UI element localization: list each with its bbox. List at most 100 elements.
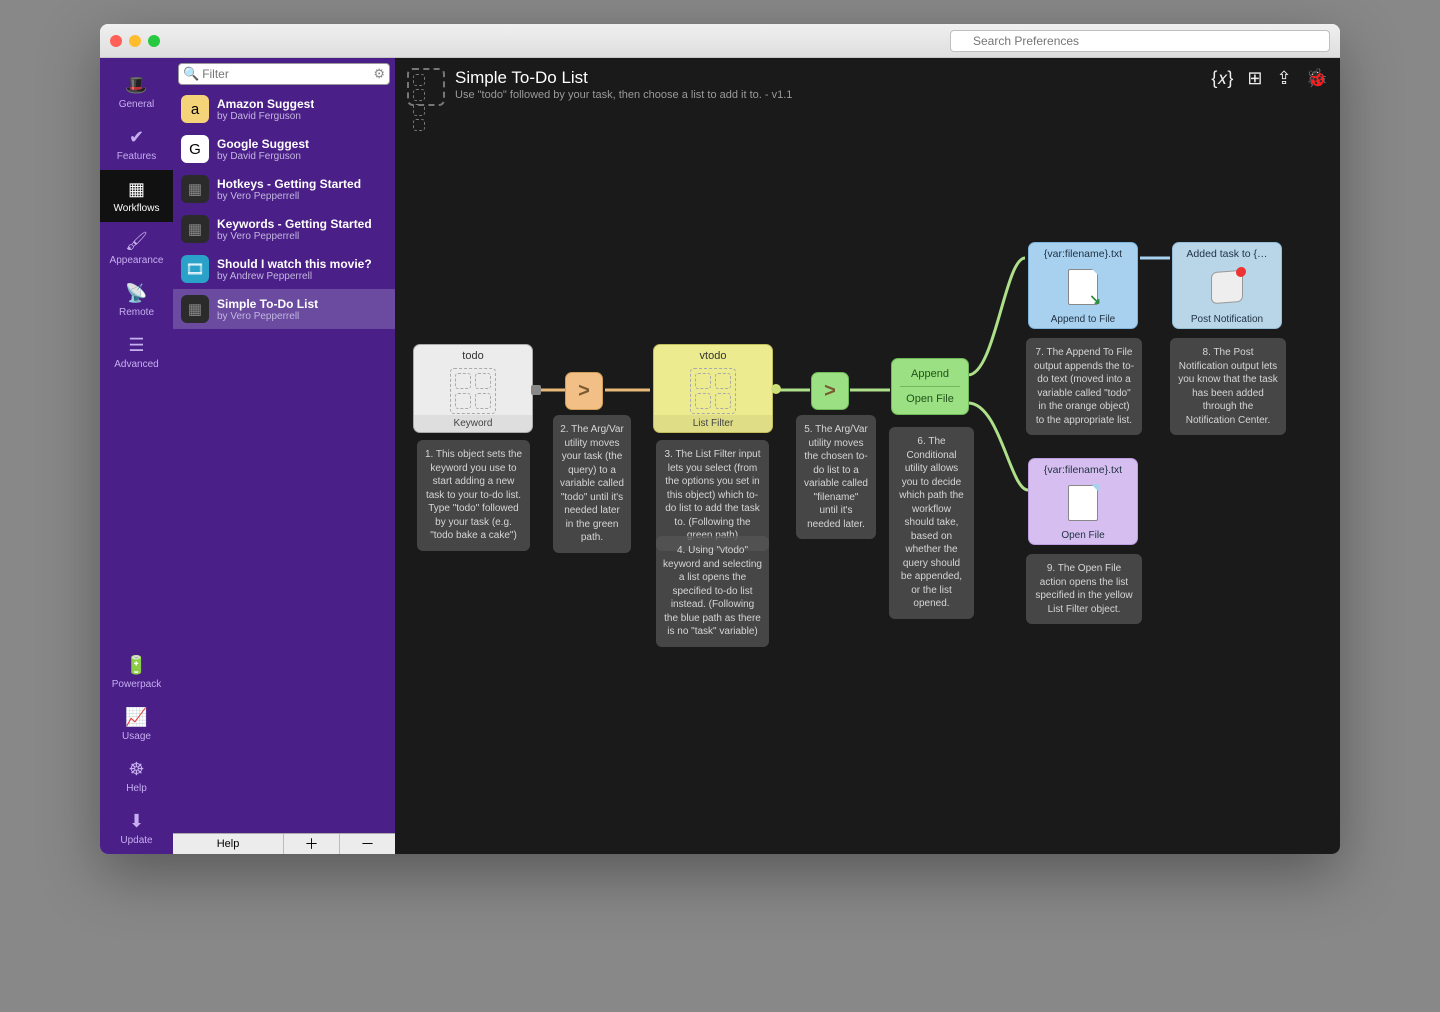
share-button[interactable]: ⇪ bbox=[1276, 68, 1291, 89]
paint-roller-icon: 🖌 bbox=[100, 228, 173, 254]
append-title: {var:filename}.txt bbox=[1029, 243, 1137, 263]
wf-author: by David Ferguson bbox=[217, 111, 314, 122]
keyword-node[interactable]: todo Keyword bbox=[413, 344, 533, 433]
open-title: {var:filename}.txt bbox=[1029, 459, 1137, 479]
sidebar-item-usage[interactable]: 📈 Usage bbox=[100, 698, 173, 750]
workflow-item-keywords[interactable]: ▦ Keywords - Getting Startedby Vero Pepp… bbox=[173, 209, 395, 249]
hat-icon: 🎩 bbox=[100, 72, 173, 98]
google-icon: G bbox=[181, 135, 209, 163]
note-8[interactable]: 8. The Post Notification output lets you… bbox=[1170, 338, 1286, 435]
minimize-window-button[interactable] bbox=[129, 35, 141, 47]
zoom-window-button[interactable] bbox=[148, 35, 160, 47]
debug-button[interactable]: 🐞 bbox=[1306, 68, 1328, 89]
sidebar-item-label: Appearance bbox=[100, 255, 173, 266]
preferences-window: 🔍 🎩 General ✔ Features ▦ Workflows 🖌 App… bbox=[100, 24, 1340, 854]
search-icon: 🔍 bbox=[183, 66, 199, 82]
sidebar-item-label: Remote bbox=[100, 307, 173, 318]
sidebar-item-advanced[interactable]: ☰ Advanced bbox=[100, 326, 173, 378]
wf-author: by Vero Pepperrell bbox=[217, 191, 361, 202]
note-5[interactable]: 5. The Arg/Var utility moves the chosen … bbox=[796, 415, 876, 539]
grid-icon: ▦ bbox=[100, 176, 173, 202]
sidebar-item-label: Help bbox=[100, 783, 173, 794]
notif-foot: Post Notification bbox=[1173, 311, 1281, 328]
note-2[interactable]: 2. The Arg/Var utility moves your task (… bbox=[553, 415, 631, 553]
sidebar-item-help[interactable]: ☸ Help bbox=[100, 750, 173, 802]
titlebar: 🔍 bbox=[100, 24, 1340, 58]
grid-icon: ▦ bbox=[181, 295, 209, 323]
note-7[interactable]: 7. The Append To File output appends the… bbox=[1026, 338, 1142, 435]
help-button[interactable]: Help bbox=[173, 834, 283, 854]
sidebar-item-appearance[interactable]: 🖌 Appearance bbox=[100, 222, 173, 274]
note-6[interactable]: 6. The Conditional utility allows you to… bbox=[889, 427, 974, 619]
remote-icon: 📡 bbox=[100, 280, 173, 306]
grid-icon: ▦ bbox=[181, 175, 209, 203]
note-1[interactable]: 1. This object sets the keyword you use … bbox=[417, 440, 530, 551]
output-port[interactable] bbox=[531, 385, 541, 395]
workflow-item-movie[interactable]: 🎞 Should I watch this movie?by Andrew Pe… bbox=[173, 249, 395, 289]
workflow-items: a Amazon Suggestby David Ferguson G Goog… bbox=[173, 89, 395, 833]
cond-append: Append bbox=[895, 366, 965, 382]
sidebar-item-general[interactable]: 🎩 General bbox=[100, 66, 173, 118]
workflow-title: Simple To-Do List bbox=[455, 68, 792, 88]
sidebar-item-label: Features bbox=[100, 151, 173, 162]
sidebar-item-features[interactable]: ✔ Features bbox=[100, 118, 173, 170]
sidebar-item-label: Usage bbox=[100, 731, 173, 742]
notification-icon bbox=[1211, 270, 1243, 304]
canvas-tools: {𝑥} ⊞ ⇪ 🐞 bbox=[1211, 68, 1328, 89]
notif-title: Added task to {… bbox=[1173, 243, 1281, 263]
wf-author: by Vero Pepperrell bbox=[217, 311, 318, 322]
amazon-icon: a bbox=[181, 95, 209, 123]
wf-author: by Vero Pepperrell bbox=[217, 231, 372, 242]
workflow-list-panel: 🔍 ⚙ a Amazon Suggestby David Ferguson G … bbox=[173, 58, 395, 854]
search-preferences-input[interactable] bbox=[950, 30, 1330, 52]
add-object-button[interactable]: ⊞ bbox=[1247, 68, 1262, 89]
open-file-node[interactable]: {var:filename}.txt Open File bbox=[1028, 458, 1138, 545]
note-4[interactable]: 4. Using "vtodo" keyword and selecting a… bbox=[656, 536, 769, 647]
argvar-orange[interactable]: > bbox=[565, 372, 603, 410]
workflow-canvas[interactable]: Simple To-Do List Use "todo" followed by… bbox=[395, 58, 1340, 854]
note-9[interactable]: 9. The Open File action opens the list s… bbox=[1026, 554, 1142, 624]
output-port[interactable] bbox=[771, 384, 781, 394]
download-icon: ⬇ bbox=[100, 808, 173, 834]
gear-icon[interactable]: ⚙ bbox=[373, 66, 385, 82]
argvar-green[interactable]: > bbox=[811, 372, 849, 410]
workflow-item-amazon-suggest[interactable]: a Amazon Suggestby David Ferguson bbox=[173, 89, 395, 129]
wf-title: Keywords - Getting Started bbox=[217, 217, 372, 231]
workflow-icon bbox=[407, 68, 445, 106]
sidebar-item-label: General bbox=[100, 99, 173, 110]
wf-title: Google Suggest bbox=[217, 137, 309, 151]
add-workflow-button[interactable]: ＋ bbox=[283, 834, 339, 854]
append-foot: Append to File bbox=[1029, 311, 1137, 328]
arrow-icon: ↘ bbox=[1089, 291, 1101, 308]
battery-icon: 🔋 bbox=[100, 652, 173, 678]
keyword-title: todo bbox=[414, 345, 532, 367]
workflow-item-hotkeys[interactable]: ▦ Hotkeys - Getting Startedby Vero Peppe… bbox=[173, 169, 395, 209]
post-notification-node[interactable]: Added task to {… Post Notification bbox=[1172, 242, 1282, 329]
traffic-lights bbox=[110, 35, 160, 47]
note-3[interactable]: 3. The List Filter input lets you select… bbox=[656, 440, 769, 551]
variables-button[interactable]: {𝑥} bbox=[1211, 68, 1233, 89]
workflow-filter-input[interactable] bbox=[202, 67, 370, 81]
wf-title: Should I watch this movie? bbox=[217, 257, 372, 271]
close-window-button[interactable] bbox=[110, 35, 122, 47]
listfilter-title: vtodo bbox=[654, 345, 772, 367]
workflow-item-simple-todo[interactable]: ▦ Simple To-Do Listby Vero Pepperrell bbox=[173, 289, 395, 329]
remove-workflow-button[interactable]: － bbox=[339, 834, 395, 854]
sidebar-item-label: Update bbox=[100, 835, 173, 846]
sidebar-item-remote[interactable]: 📡 Remote bbox=[100, 274, 173, 326]
keyword-foot: Keyword bbox=[414, 415, 532, 432]
wf-title: Hotkeys - Getting Started bbox=[217, 177, 361, 191]
sidebar-item-update[interactable]: ⬇ Update bbox=[100, 802, 173, 854]
wf-author: by David Ferguson bbox=[217, 151, 309, 162]
sidebar-item-powerpack[interactable]: 🔋 Powerpack bbox=[100, 646, 173, 698]
sidebar-item-label: Powerpack bbox=[100, 679, 173, 690]
workflow-item-google-suggest[interactable]: G Google Suggestby David Ferguson bbox=[173, 129, 395, 169]
workflow-filter: 🔍 ⚙ bbox=[178, 63, 390, 85]
sidebar-item-label: Workflows bbox=[100, 203, 173, 214]
list-filter-node[interactable]: vtodo List Filter bbox=[653, 344, 773, 433]
append-to-file-node[interactable]: {var:filename}.txt ↘ Append to File bbox=[1028, 242, 1138, 329]
sidebar-item-workflows[interactable]: ▦ Workflows bbox=[100, 170, 173, 222]
chart-icon: 📈 bbox=[100, 704, 173, 730]
conditional-node[interactable]: Append Open File bbox=[891, 358, 969, 415]
listfilter-foot: List Filter bbox=[654, 415, 772, 432]
